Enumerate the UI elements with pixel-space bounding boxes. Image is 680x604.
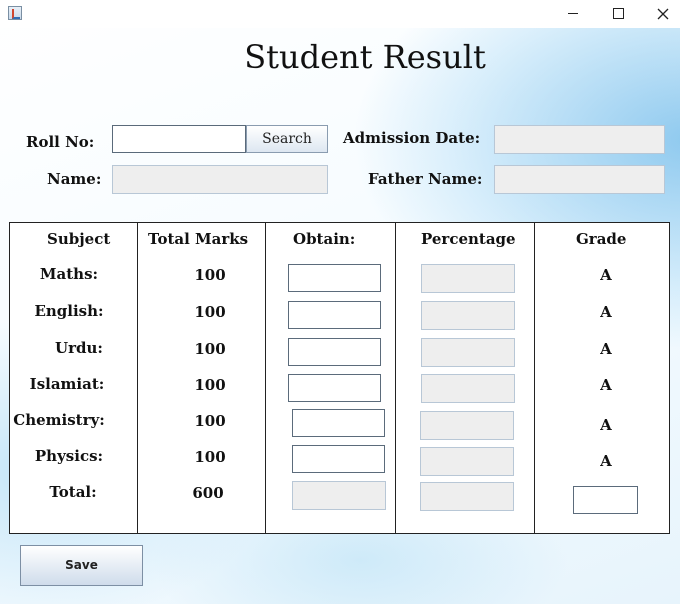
total-marks-value: 100: [194, 303, 226, 321]
grade-value: A: [600, 452, 612, 470]
total-percentage-field[interactable]: [420, 482, 514, 511]
subject-label: Physics:: [34, 447, 104, 465]
percentage-field[interactable]: [420, 411, 514, 440]
total-marks-sum: 600: [192, 484, 224, 502]
subject-label: Maths:: [39, 265, 99, 283]
header-subject: Subject: [47, 230, 111, 248]
percentage-field[interactable]: [421, 338, 515, 367]
total-marks-value: 100: [194, 340, 226, 358]
grade-value: A: [600, 340, 612, 358]
header-obtain: Obtain:: [293, 230, 356, 248]
grade-value: A: [600, 303, 612, 321]
maximize-icon[interactable]: [598, 0, 638, 28]
total-marks-value: 100: [194, 266, 226, 284]
father-name-label: Father Name:: [368, 170, 483, 188]
father-name-field[interactable]: [494, 165, 665, 194]
total-marks-value: 100: [194, 412, 226, 430]
grade-value: A: [600, 416, 612, 434]
column-divider: [137, 222, 138, 534]
column-divider: [534, 222, 535, 534]
search-button[interactable]: Search: [246, 125, 328, 153]
admission-date-label: Admission Date:: [343, 129, 481, 147]
subject-label: Urdu:: [55, 339, 103, 357]
percentage-field[interactable]: [421, 301, 515, 330]
total-grade-input[interactable]: [573, 486, 638, 514]
obtain-input[interactable]: [288, 374, 381, 402]
name-field[interactable]: [112, 165, 328, 194]
obtain-input[interactable]: [292, 445, 385, 473]
percentage-field[interactable]: [420, 447, 514, 476]
java-icon: [8, 6, 22, 20]
minimize-icon[interactable]: [553, 0, 593, 28]
obtain-input[interactable]: [288, 301, 381, 329]
obtain-input[interactable]: [288, 264, 381, 292]
admission-date-field[interactable]: [494, 125, 665, 154]
window-titlebar: [0, 0, 680, 28]
name-label: Name:: [47, 170, 102, 188]
subject-label: English:: [34, 302, 104, 320]
total-obtained-field[interactable]: [292, 481, 386, 510]
total-label: Total:: [49, 483, 97, 501]
column-divider: [265, 222, 266, 534]
grade-value: A: [600, 266, 612, 284]
header-total-marks: Total Marks: [148, 230, 249, 248]
grade-value: A: [600, 376, 612, 394]
percentage-field[interactable]: [421, 374, 515, 403]
obtain-input[interactable]: [288, 338, 381, 366]
column-divider: [395, 222, 396, 534]
roll-no-label: Roll No:: [26, 133, 95, 151]
percentage-field[interactable]: [421, 264, 515, 293]
save-button[interactable]: Save: [20, 545, 143, 586]
subject-label: Chemistry:: [13, 411, 105, 429]
roll-no-input[interactable]: [112, 125, 246, 153]
page-title: Student Result: [244, 38, 486, 76]
header-percentage: Percentage: [421, 230, 516, 248]
close-icon[interactable]: [643, 0, 680, 28]
obtain-input[interactable]: [292, 409, 385, 437]
header-grade: Grade: [576, 230, 627, 248]
total-marks-value: 100: [194, 448, 226, 466]
total-marks-value: 100: [194, 376, 226, 394]
subject-label: Islamiat:: [29, 375, 105, 393]
